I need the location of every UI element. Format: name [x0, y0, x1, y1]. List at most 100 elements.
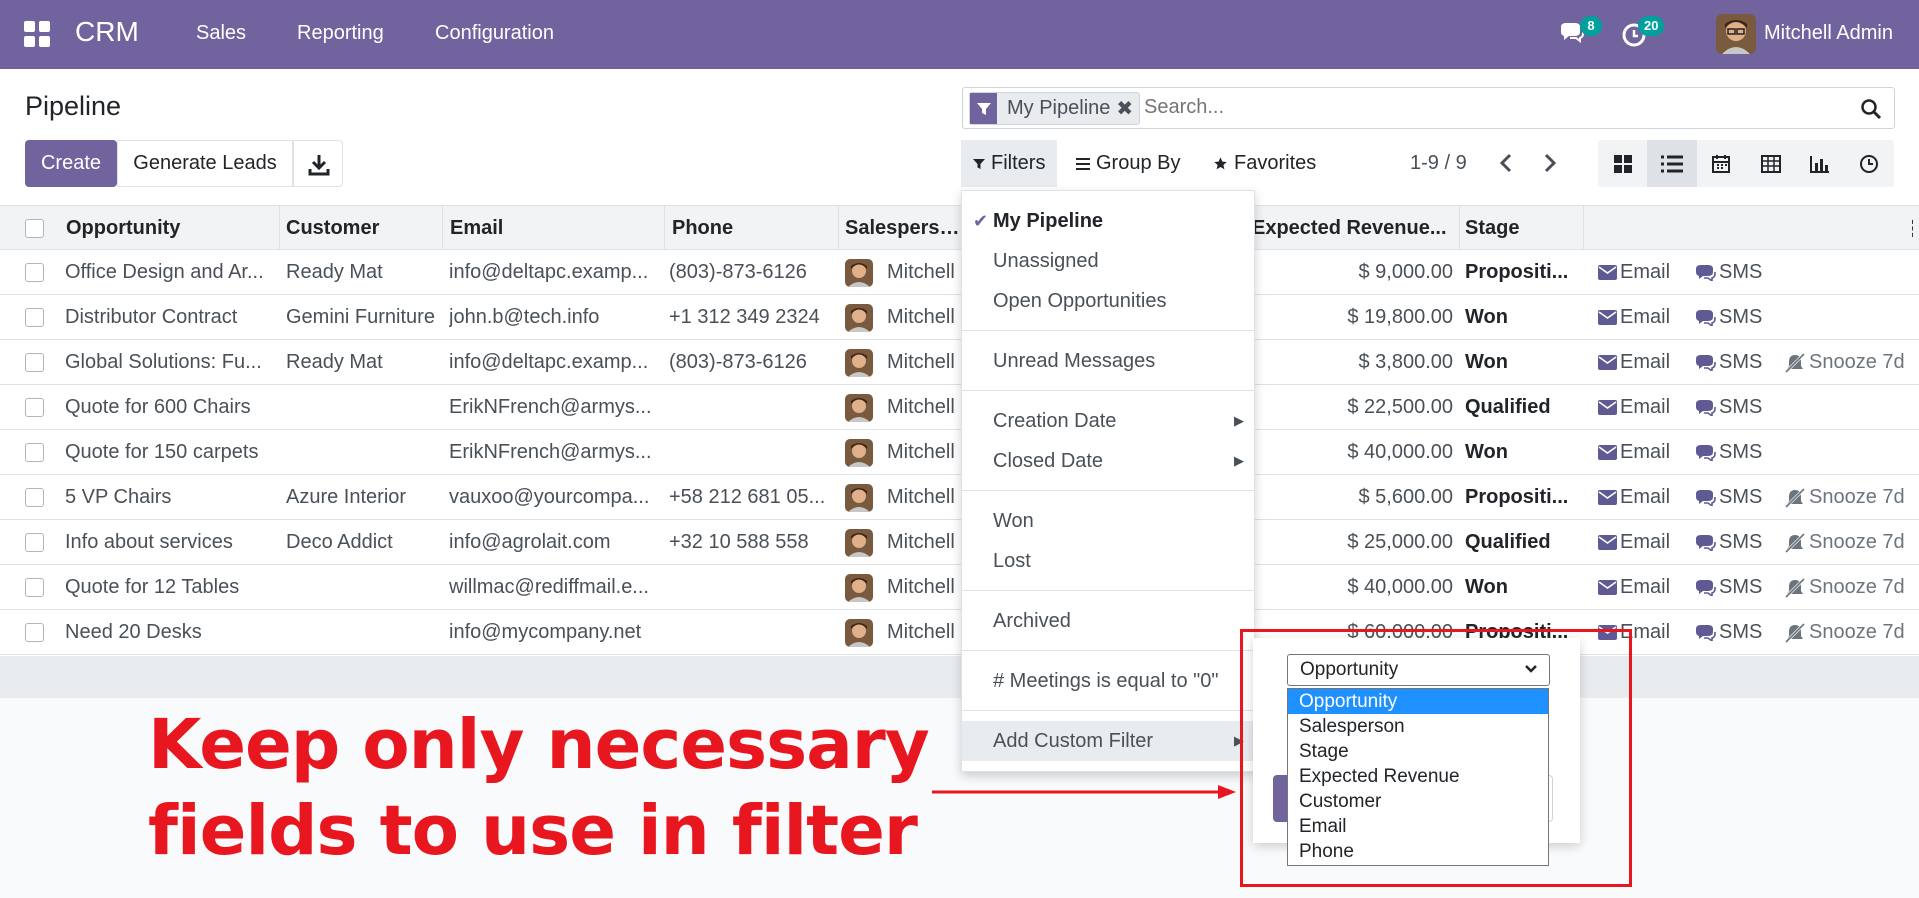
table-row[interactable]: Global Solutions: Fu... Ready Mat info@d…	[0, 340, 1919, 385]
activity-view-button[interactable]	[1844, 140, 1893, 187]
bell-slash-icon	[1784, 577, 1806, 598]
sms-action[interactable]: SMS	[1695, 385, 1762, 430]
sms-action[interactable]: SMS	[1695, 295, 1762, 340]
calendar-view-button[interactable]	[1697, 140, 1746, 187]
row-checkbox[interactable]	[25, 533, 44, 552]
filter-option[interactable]: # Meetings is equal to "0"	[962, 661, 1254, 701]
filter-option[interactable]: ✔ My Pipeline	[962, 201, 1254, 241]
facet-remove-icon[interactable]: ✖	[1116, 96, 1139, 121]
row-checkbox[interactable]	[25, 398, 44, 417]
snooze-action[interactable]: Snooze 7d	[1784, 565, 1905, 610]
header-salesperson[interactable]: Salesperson	[845, 206, 960, 251]
table-row[interactable]: Quote for 600 Chairs ErikNFrench@armys..…	[0, 385, 1919, 430]
menu-reporting[interactable]: Reporting	[297, 22, 384, 45]
email-action[interactable]: Email	[1598, 430, 1670, 475]
optional-columns-icon[interactable]: ⋮	[1903, 206, 1913, 251]
row-checkbox[interactable]	[25, 443, 44, 462]
filter-option[interactable]: Creation Date ▶	[962, 401, 1254, 441]
filter-option-label: Won	[993, 510, 1034, 532]
filter-option[interactable]: Unassigned	[962, 241, 1254, 281]
group-by-button[interactable]: Group By	[1064, 140, 1192, 187]
snooze-action-label: Snooze 7d	[1809, 576, 1905, 598]
email-action[interactable]: Email	[1598, 475, 1670, 520]
row-checkbox[interactable]	[25, 308, 44, 327]
table-row[interactable]: Info about services Deco Addict info@agr…	[0, 520, 1919, 565]
pivot-view-button[interactable]	[1746, 140, 1795, 187]
email-action[interactable]: Email	[1598, 520, 1670, 565]
row-checkbox[interactable]	[25, 578, 44, 597]
sms-action[interactable]: SMS	[1695, 250, 1762, 295]
email-action-label: Email	[1620, 306, 1671, 328]
table-row[interactable]: Quote for 12 Tables willmac@rediffmail.e…	[0, 565, 1919, 610]
email-action-label: Email	[1620, 261, 1671, 283]
snooze-action[interactable]: Snooze 7d	[1784, 475, 1905, 520]
sms-action[interactable]: SMS	[1695, 520, 1762, 565]
search-facet[interactable]: My Pipeline ✖	[969, 92, 1141, 125]
filter-option[interactable]: Open Opportunities	[962, 281, 1254, 321]
email-action[interactable]: Email	[1598, 295, 1670, 340]
cell-phone: (803)-873-6126	[669, 351, 807, 373]
activities-badge: 20	[1638, 16, 1665, 36]
table-row[interactable]: 5 VP Chairs Azure Interior vauxoo@yourco…	[0, 475, 1919, 520]
select-all-checkbox[interactable]	[25, 219, 44, 238]
filters-button[interactable]: Filters	[961, 140, 1058, 187]
row-checkbox[interactable]	[25, 488, 44, 507]
header-stage[interactable]: Stage	[1465, 206, 1580, 251]
user-name[interactable]: Mitchell Admin	[1764, 22, 1893, 45]
snooze-action[interactable]: Snooze 7d	[1784, 340, 1905, 385]
sms-action[interactable]: SMS	[1695, 565, 1762, 610]
header-customer[interactable]: Customer	[286, 206, 436, 251]
header-opportunity[interactable]: Opportunity	[66, 206, 276, 251]
header-expected-revenue[interactable]: Expected Revenue...	[1252, 206, 1457, 251]
sms-action[interactable]: SMS	[1695, 430, 1762, 475]
pager-previous-icon[interactable]	[1494, 150, 1520, 176]
cell-salesperson: Mitchell	[887, 306, 955, 328]
menu-sales[interactable]: Sales	[196, 22, 246, 45]
search-bar[interactable]: My Pipeline ✖	[962, 87, 1895, 129]
header-email[interactable]: Email	[450, 206, 660, 251]
cell-opportunity: Quote for 150 carpets	[65, 441, 259, 463]
email-action[interactable]: Email	[1598, 565, 1670, 610]
sms-action[interactable]: SMS	[1695, 475, 1762, 520]
row-checkbox[interactable]	[25, 263, 44, 282]
email-action-label: Email	[1620, 486, 1671, 508]
header-phone[interactable]: Phone	[672, 206, 832, 251]
list-view-button[interactable]	[1647, 140, 1697, 187]
filter-option[interactable]: Add Custom Filter ▶	[962, 721, 1254, 761]
filter-option[interactable]: Lost	[962, 541, 1254, 581]
favorites-button[interactable]: Favorites	[1201, 140, 1328, 187]
filters-label: Filters	[991, 152, 1046, 174]
pager-value[interactable]: 1-9 / 9	[1410, 152, 1467, 175]
snooze-action[interactable]: Snooze 7d	[1784, 610, 1905, 655]
table-row[interactable]: Office Design and Ar... Ready Mat info@d…	[0, 250, 1919, 295]
user-avatar[interactable]	[1716, 14, 1756, 54]
filter-option[interactable]: Closed Date ▶	[962, 441, 1254, 481]
filter-option[interactable]: Won	[962, 501, 1254, 541]
table-row[interactable]: Quote for 150 carpets ErikNFrench@armys.…	[0, 430, 1919, 475]
sms-action[interactable]: SMS	[1695, 610, 1762, 655]
pager-next-icon[interactable]	[1536, 150, 1562, 176]
app-brand[interactable]: CRM	[75, 16, 139, 48]
graph-view-button[interactable]	[1795, 140, 1844, 187]
sms-action[interactable]: SMS	[1695, 340, 1762, 385]
table-row[interactable]: Distributor Contract Gemini Furniture jo…	[0, 295, 1919, 340]
salesperson-avatar	[845, 394, 873, 422]
row-checkbox[interactable]	[25, 623, 44, 642]
kanban-view-button[interactable]	[1598, 140, 1647, 187]
download-button[interactable]	[293, 140, 343, 187]
row-checkbox[interactable]	[25, 353, 44, 372]
search-icon[interactable]	[1860, 98, 1882, 120]
filter-option[interactable]: Unread Messages	[962, 341, 1254, 381]
search-input[interactable]	[1144, 96, 1824, 119]
filter-option[interactable]: Archived	[962, 601, 1254, 641]
menu-configuration[interactable]: Configuration	[435, 22, 554, 45]
snooze-action[interactable]: Snooze 7d	[1784, 520, 1905, 565]
cell-expected-revenue: $ 40,000.00	[1347, 576, 1453, 598]
email-action[interactable]: Email	[1598, 250, 1670, 295]
email-action[interactable]: Email	[1598, 340, 1670, 385]
email-action[interactable]: Email	[1598, 385, 1670, 430]
create-button[interactable]: Create	[25, 140, 117, 187]
generate-leads-button[interactable]: Generate Leads	[117, 140, 293, 187]
apps-grid-icon[interactable]	[24, 21, 50, 47]
dropdown-divider	[962, 390, 1254, 391]
